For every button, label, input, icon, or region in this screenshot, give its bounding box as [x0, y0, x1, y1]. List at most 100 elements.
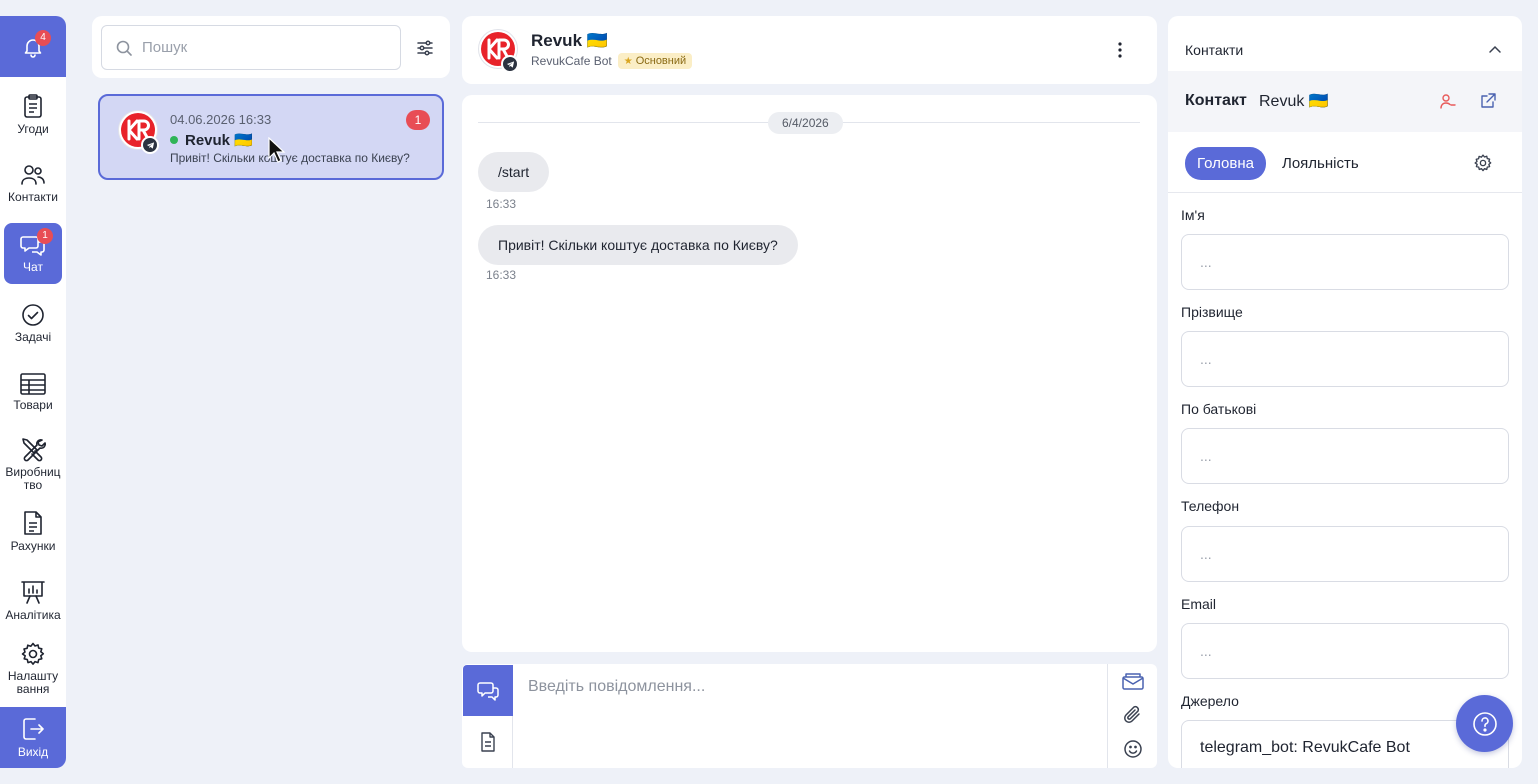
- email-button[interactable]: [1108, 664, 1157, 698]
- header-bot-name: RevukCafe Bot: [531, 54, 612, 68]
- telegram-icon: [501, 55, 519, 73]
- chat-header: Revuk 🇺🇦 RevukCafe Bot ★ Основний: [462, 16, 1157, 84]
- last-name-field[interactable]: ...: [1181, 331, 1509, 387]
- sidebar-item-label: Чат: [23, 260, 43, 274]
- messages-area: 6/4/2026 /start 16:33 Привіт! Скільки ко…: [462, 95, 1157, 652]
- note-icon: [480, 732, 495, 752]
- users-icon: [21, 165, 45, 185]
- document-icon: [24, 511, 42, 535]
- unlink-contact-button[interactable]: [1440, 93, 1456, 109]
- search-icon: [116, 40, 132, 56]
- sidebar-item-invoices[interactable]: Рахунки: [0, 510, 66, 553]
- header-avatar: [478, 29, 519, 73]
- collapse-button[interactable]: [1487, 41, 1503, 57]
- sidebar-item-contacts[interactable]: Контакти: [0, 163, 66, 204]
- field-label-first-name: Ім'я: [1181, 207, 1205, 223]
- middle-name-field[interactable]: ...: [1181, 428, 1509, 484]
- help-button[interactable]: [1456, 695, 1513, 752]
- question-icon: [1472, 711, 1497, 736]
- tab-main[interactable]: Головна: [1185, 147, 1266, 180]
- contact-label: Контакт: [1185, 92, 1247, 109]
- presentation-chart-icon: [21, 581, 45, 604]
- open-contact-button[interactable]: [1480, 93, 1496, 109]
- gear-icon: [21, 642, 45, 665]
- first-name-field[interactable]: ...: [1181, 234, 1509, 290]
- note-mode-button[interactable]: [463, 716, 513, 768]
- panel-settings-button[interactable]: [1474, 154, 1492, 172]
- chat-mode-button[interactable]: [463, 665, 513, 716]
- notifications-button[interactable]: 4: [0, 16, 66, 77]
- chat-timestamp: 04.06.2026 16:33: [170, 112, 272, 127]
- sidebar-item-deals[interactable]: Угоди: [0, 93, 66, 136]
- tools-icon: [22, 438, 46, 462]
- contact-panel: Контакти Контакт Revuk 🇺🇦 Головна Лояльн…: [1168, 16, 1522, 768]
- phone-field[interactable]: ...: [1181, 526, 1509, 582]
- sidebar: 4 Угоди Контакти Чат 1 Задачі Товари Вир…: [0, 16, 66, 768]
- status-badge-label: Основний: [635, 55, 687, 67]
- unread-badge: 1: [406, 110, 430, 130]
- contact-panel-title: Контакти: [1185, 42, 1244, 58]
- chat-bubble-icon: [477, 681, 499, 701]
- search-card: [92, 16, 450, 78]
- gear-icon: [1474, 154, 1492, 172]
- sidebar-item-products[interactable]: Товари: [0, 373, 66, 412]
- sidebar-item-label: Контакти: [8, 190, 58, 204]
- date-pill: 6/4/2026: [768, 112, 843, 134]
- message-time: 16:33: [486, 268, 517, 282]
- field-label-phone: Телефон: [1181, 498, 1240, 514]
- sidebar-item-label: Аналітика: [5, 608, 61, 622]
- tab-loyalty[interactable]: Лояльність: [1282, 155, 1359, 172]
- sidebar-item-label: Виробниц тво: [5, 465, 61, 492]
- clipboard-icon: [24, 94, 42, 118]
- sidebar-item-label: Рахунки: [10, 539, 56, 553]
- composer: [462, 664, 1157, 768]
- more-options-button[interactable]: [1111, 40, 1129, 60]
- filter-button[interactable]: [415, 38, 435, 58]
- message-bubble: /start: [478, 152, 550, 192]
- attach-button[interactable]: [1108, 698, 1157, 732]
- message-time: 16:33: [486, 197, 517, 211]
- star-icon: ★: [623, 55, 633, 67]
- external-link-icon: [1481, 93, 1496, 108]
- sidebar-item-analytics[interactable]: Аналітика: [0, 579, 66, 622]
- sidebar-item-label: Задачі: [14, 330, 52, 344]
- sidebar-item-chat[interactable]: Чат 1: [4, 223, 62, 288]
- emoji-button[interactable]: [1108, 732, 1157, 766]
- sidebar-item-settings[interactable]: Налашту вання: [0, 642, 66, 696]
- contact-row: Контакт Revuk 🇺🇦: [1168, 71, 1522, 132]
- telegram-icon: [141, 136, 159, 154]
- notifications-badge: 4: [35, 30, 51, 46]
- envelope-icon: [1121, 673, 1144, 690]
- sidebar-item-production[interactable]: Виробниц тво: [0, 436, 66, 492]
- paperclip-icon: [1123, 705, 1140, 723]
- user-remove-icon: [1440, 94, 1456, 109]
- chat-contact-name: Revuk 🇺🇦: [185, 132, 253, 149]
- field-label-last-name: Прізвище: [1181, 304, 1243, 320]
- search-input[interactable]: [142, 39, 362, 56]
- sidebar-item-label: Товари: [13, 398, 53, 412]
- field-label-middle-name: По батькові: [1181, 401, 1257, 417]
- field-label-email: Email: [1181, 596, 1217, 612]
- table-icon: [20, 373, 46, 395]
- smiley-icon: [1123, 740, 1142, 758]
- sidebar-item-tasks[interactable]: Задачі: [0, 303, 66, 344]
- email-field[interactable]: ...: [1181, 623, 1509, 679]
- logout-button[interactable]: Вихід: [0, 707, 66, 768]
- chat-preview: Привіт! Скільки коштує доставка по Києву…: [170, 151, 410, 165]
- search-box: [101, 25, 401, 70]
- sidebar-item-label: Налашту вання: [7, 669, 59, 696]
- sliders-icon: [417, 40, 433, 56]
- logout-label: Вихід: [17, 744, 49, 759]
- logout-icon: [23, 717, 44, 740]
- field-label-source: Джерело: [1181, 693, 1239, 709]
- sidebar-item-label: Угоди: [17, 122, 49, 136]
- status-badge: ★ Основний: [617, 53, 693, 69]
- composer-tools: [1107, 664, 1157, 768]
- kebab-menu-icon: [1118, 42, 1122, 58]
- header-contact-name: Revuk 🇺🇦: [531, 31, 608, 50]
- check-circle-icon: [22, 304, 44, 326]
- message-input[interactable]: [528, 678, 1088, 696]
- online-indicator: [170, 136, 178, 144]
- contact-name[interactable]: Revuk 🇺🇦: [1259, 91, 1421, 115]
- chevron-up-icon: [1489, 45, 1501, 53]
